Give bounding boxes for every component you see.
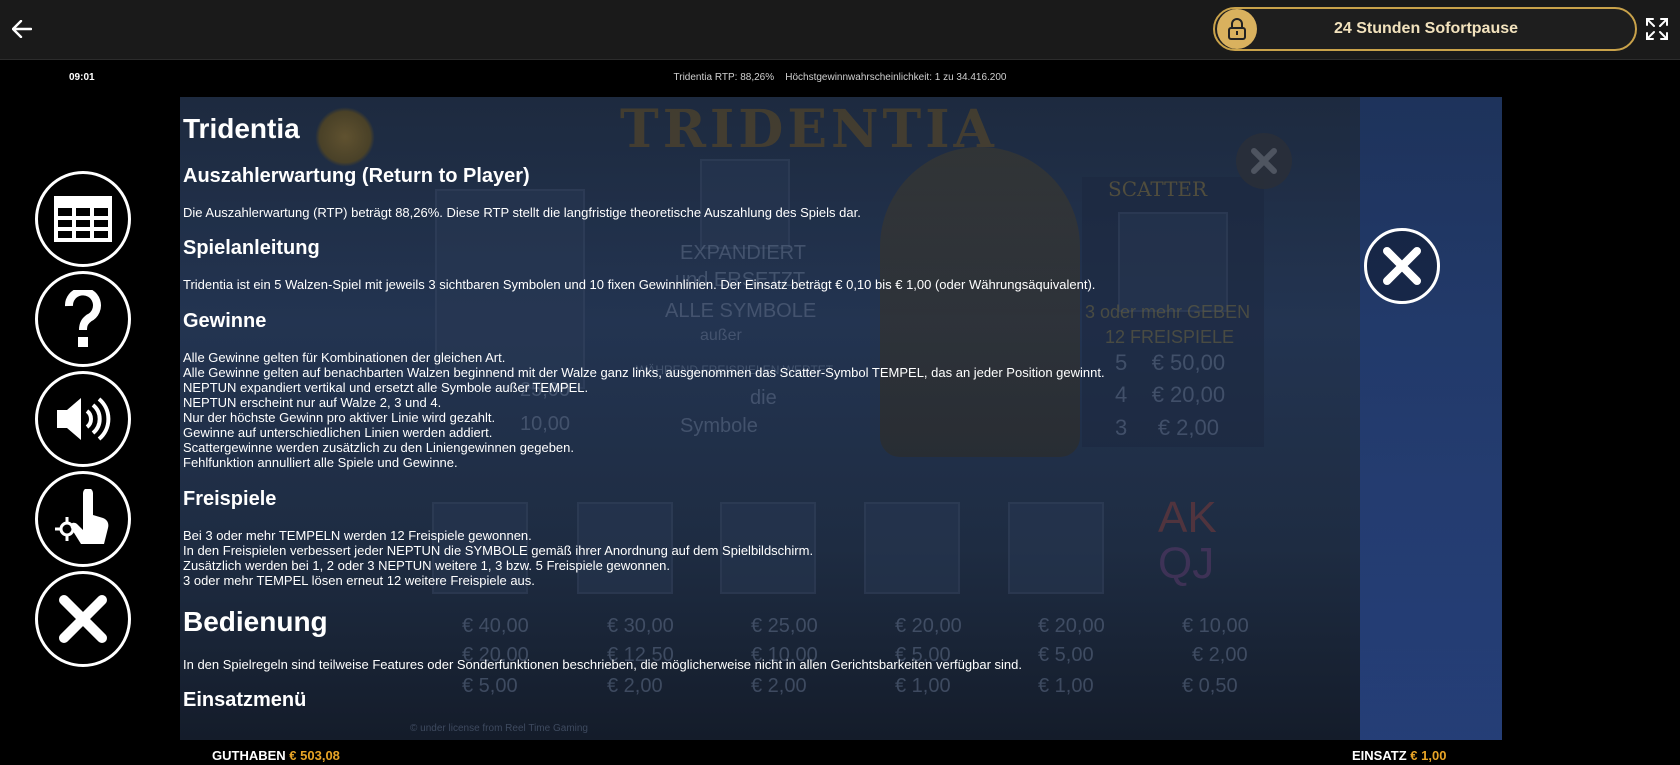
wins-line: Gewinne auf unterschiedlichen Linien wer… xyxy=(183,425,493,440)
lock-icon xyxy=(1217,9,1257,49)
stake: EINSATZ € 1,00 xyxy=(1352,748,1446,763)
freespins-heading: Freispiele xyxy=(183,488,277,510)
close-icon xyxy=(1383,247,1421,285)
close-rules-button[interactable] xyxy=(1364,228,1440,304)
help-icon xyxy=(65,290,101,347)
top-bar: 24 Stunden Sofortpause xyxy=(0,0,1680,60)
arrow-left-icon xyxy=(12,20,32,38)
wins-line: NEPTUN erscheint nur auf Walze 2, 3 und … xyxy=(183,395,442,410)
freespins-line: Bei 3 oder mehr TEMPELN werden 12 Freisp… xyxy=(183,528,532,543)
sound-icon xyxy=(57,397,111,441)
guide-text: Tridentia ist ein 5 Walzen-Spiel mit jew… xyxy=(183,277,1096,292)
info-bar: 09:01 Tridentia RTP: 88,26% Höchstgewinn… xyxy=(0,61,1680,97)
help-button[interactable] xyxy=(35,271,131,367)
instant-pause-label: 24 Stunden Sofortpause xyxy=(1333,20,1519,37)
controls-heading: Bedienung xyxy=(183,606,328,637)
bottom-bar: GUTHABEN € 503,08 EINSATZ € 1,00 xyxy=(0,740,1680,765)
balance-label: GUTHABEN xyxy=(212,748,286,763)
back-button[interactable] xyxy=(8,14,36,44)
balance: GUTHABEN € 503,08 xyxy=(212,748,340,763)
wins-line: Fehlfunktion annulliert alle Spiele und … xyxy=(183,455,458,470)
guide-heading: Spielanleitung xyxy=(183,237,320,259)
wins-line: NEPTUN expandiert vertikal und ersetzt a… xyxy=(183,380,589,395)
touch-settings-button[interactable] xyxy=(35,471,131,567)
close-menu-button[interactable] xyxy=(35,571,131,667)
touch-settings-icon xyxy=(55,489,109,544)
sound-button[interactable] xyxy=(35,371,131,467)
freespins-line: 3 oder mehr TEMPEL lösen erneut 12 weite… xyxy=(183,573,535,588)
stake-label: EINSATZ xyxy=(1352,748,1407,763)
stake-value: € 1,00 xyxy=(1410,748,1447,763)
controls-text: In den Spielregeln sind teilweise Featur… xyxy=(183,657,1022,672)
rtp-text: Die Auszahlerwartung (RTP) beträgt 88,26… xyxy=(183,205,861,220)
freespins-line: Zusätzlich werden bei 1, 2 oder 3 NEPTUN… xyxy=(183,558,671,573)
rules-title: Tridentia xyxy=(183,113,300,144)
balance-value: € 503,08 xyxy=(289,748,340,763)
game-background-edge xyxy=(1360,97,1502,740)
wins-line: Nur der höchste Gewinn pro aktiver Linie… xyxy=(183,410,496,425)
close-icon xyxy=(59,595,107,643)
wins-line: Alle Gewinne gelten für Kombinationen de… xyxy=(183,350,506,365)
instant-pause-button[interactable]: 24 Stunden Sofortpause xyxy=(1213,7,1637,51)
game-area: TRIDENTIA EXPANDIERT und ERSETZT ALLE SY… xyxy=(0,97,1680,740)
paytable-button[interactable] xyxy=(35,171,131,267)
expand-icon[interactable] xyxy=(1644,16,1670,42)
wins-line: Alle Gewinne gelten auf benachbarten Wal… xyxy=(183,365,1105,380)
freespins-line: In den Freispielen verbessert jeder NEPT… xyxy=(183,543,814,558)
paytable-icon xyxy=(54,196,112,242)
wins-heading: Gewinne xyxy=(183,310,267,332)
rtp-info: Tridentia RTP: 88,26% Höchstgewinnwahrsc… xyxy=(673,72,1007,83)
wins-line: Scattergewinne werden zusätzlich zu den … xyxy=(183,440,574,455)
game-rules-panel: Tridentia Auszahlerwartung (Return to Pl… xyxy=(183,97,1363,740)
rtp-heading: Auszahlerwartung (Return to Player) xyxy=(183,165,530,187)
stake-menu-heading: Einsatzmenü xyxy=(183,689,307,711)
